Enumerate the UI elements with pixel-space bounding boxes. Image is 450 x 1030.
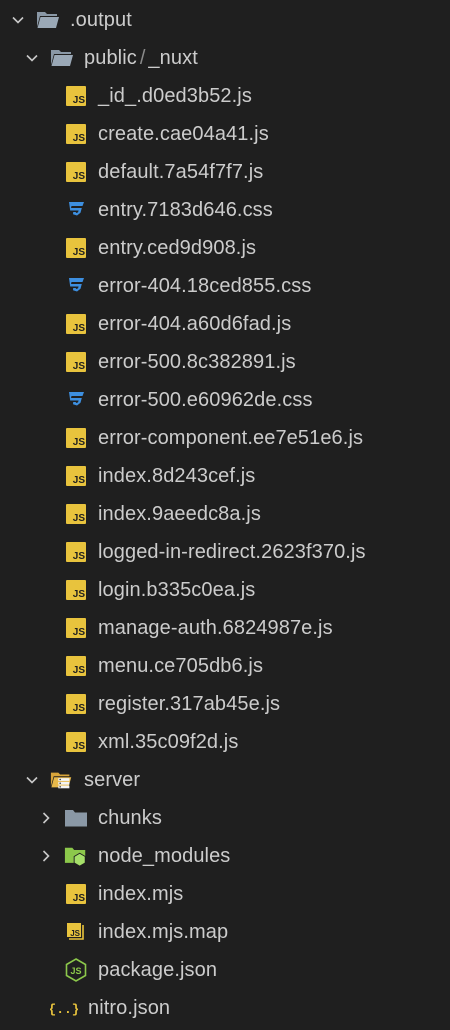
file-item[interactable]: JS menu.ce705db6.js (0, 647, 450, 685)
svg-text:{..}: {..} (50, 1002, 78, 1017)
node-modules-folder-icon (64, 844, 88, 868)
css-file-icon (64, 388, 88, 412)
file-label: entry.ced9d908.js (98, 236, 257, 259)
folder-label: public (84, 46, 137, 69)
chevron-down-icon (8, 10, 28, 30)
folder-node-modules[interactable]: node_modules (0, 837, 450, 875)
file-label: error-500.8c382891.js (98, 350, 296, 373)
js-file-icon: JS (64, 464, 88, 488)
file-label: index.8d243cef.js (98, 464, 256, 487)
file-label: package.json (98, 958, 218, 981)
file-nitro-json[interactable]: {..} nitro.json (0, 989, 450, 1027)
file-item[interactable]: JS error-500.8c382891.js (0, 343, 450, 381)
folder-icon (64, 806, 88, 830)
folder-label: .output (70, 8, 132, 31)
file-item[interactable]: JS entry.ced9d908.js (0, 229, 450, 267)
file-label: error-500.e60962de.css (98, 388, 313, 411)
file-item[interactable]: error-500.e60962de.css (0, 381, 450, 419)
js-file-icon: JS (64, 122, 88, 146)
file-label: manage-auth.6824987e.js (98, 616, 333, 639)
file-index-mjs[interactable]: JS index.mjs (0, 875, 450, 913)
file-label: default.7a54f7f7.js (98, 160, 264, 183)
nodejs-icon: JS (64, 958, 88, 982)
file-label: entry.7183d646.css (98, 198, 273, 221)
file-label: error-404.18ced855.css (98, 274, 312, 297)
js-file-icon: JS (64, 502, 88, 526)
js-file-icon: JS (64, 426, 88, 450)
path-separator: / (139, 46, 146, 69)
file-label: error-404.a60d6fad.js (98, 312, 292, 335)
file-item[interactable]: JS register.317ab45e.js (0, 685, 450, 723)
js-file-icon: JS (64, 160, 88, 184)
file-label: logged-in-redirect.2623f370.js (98, 540, 366, 563)
file-item[interactable]: JS manage-auth.6824987e.js (0, 609, 450, 647)
chevron-right-icon (36, 846, 56, 866)
folder-public-nuxt[interactable]: public / _nuxt (0, 39, 450, 77)
js-file-icon: JS (64, 350, 88, 374)
js-file-icon: JS (64, 692, 88, 716)
js-file-icon: JS (64, 616, 88, 640)
file-label: register.317ab45e.js (98, 692, 281, 715)
file-label: create.cae04a41.js (98, 122, 269, 145)
file-item[interactable]: JS xml.35c09f2d.js (0, 723, 450, 761)
file-item[interactable]: JS login.b335c0ea.js (0, 571, 450, 609)
file-item[interactable]: JS error-404.a60d6fad.js (0, 305, 450, 343)
file-item[interactable]: JS _id_.d0ed3b52.js (0, 77, 450, 115)
folder-label: server (84, 768, 141, 791)
folder-chunks[interactable]: chunks (0, 799, 450, 837)
js-file-icon: JS (64, 312, 88, 336)
css-file-icon (64, 198, 88, 222)
folder-label: _nuxt (148, 46, 198, 69)
folder-label: chunks (98, 806, 162, 829)
file-item[interactable]: JS index.8d243cef.js (0, 457, 450, 495)
server-folder-icon (50, 768, 74, 792)
file-label: error-component.ee7e51e6.js (98, 426, 364, 449)
file-label: index.mjs.map (98, 920, 229, 943)
chevron-down-icon (22, 48, 42, 68)
folder-server[interactable]: server (0, 761, 450, 799)
file-label: nitro.json (88, 996, 171, 1019)
file-item[interactable]: JS error-component.ee7e51e6.js (0, 419, 450, 457)
file-item[interactable]: JS logged-in-redirect.2623f370.js (0, 533, 450, 571)
js-file-icon: JS (64, 236, 88, 260)
css-file-icon (64, 274, 88, 298)
svg-text:JS: JS (70, 929, 80, 938)
file-label: _id_.d0ed3b52.js (98, 84, 252, 107)
file-item[interactable]: error-404.18ced855.css (0, 267, 450, 305)
file-index-mjs-map[interactable]: JS index.mjs.map (0, 913, 450, 951)
file-item[interactable]: JS index.9aeedc8a.js (0, 495, 450, 533)
folder-output[interactable]: .output (0, 1, 450, 39)
file-label: xml.35c09f2d.js (98, 730, 239, 753)
file-item[interactable]: entry.7183d646.css (0, 191, 450, 229)
folder-open-icon (36, 8, 60, 32)
file-label: index.9aeedc8a.js (98, 502, 261, 525)
file-label: menu.ce705db6.js (98, 654, 264, 677)
js-file-icon: JS (64, 84, 88, 108)
chevron-right-icon (36, 808, 56, 828)
svg-text:JS: JS (70, 966, 81, 976)
json-icon: {..} (50, 996, 78, 1020)
file-item[interactable]: JS default.7a54f7f7.js (0, 153, 450, 191)
js-file-icon: JS (64, 540, 88, 564)
chevron-down-icon (22, 770, 42, 790)
js-file-icon: JS (64, 882, 88, 906)
js-file-icon: JS (64, 730, 88, 754)
file-explorer: .output public / _nuxt JS _id_.d0ed3b52.j… (0, 0, 450, 1030)
folder-open-icon (50, 46, 74, 70)
file-label: login.b335c0ea.js (98, 578, 256, 601)
js-map-file-icon: JS (64, 920, 88, 944)
js-file-icon: JS (64, 578, 88, 602)
file-item[interactable]: JS create.cae04a41.js (0, 115, 450, 153)
file-label: index.mjs (98, 882, 184, 905)
file-package-json[interactable]: JS package.json (0, 951, 450, 989)
js-file-icon: JS (64, 654, 88, 678)
folder-label: node_modules (98, 844, 231, 867)
